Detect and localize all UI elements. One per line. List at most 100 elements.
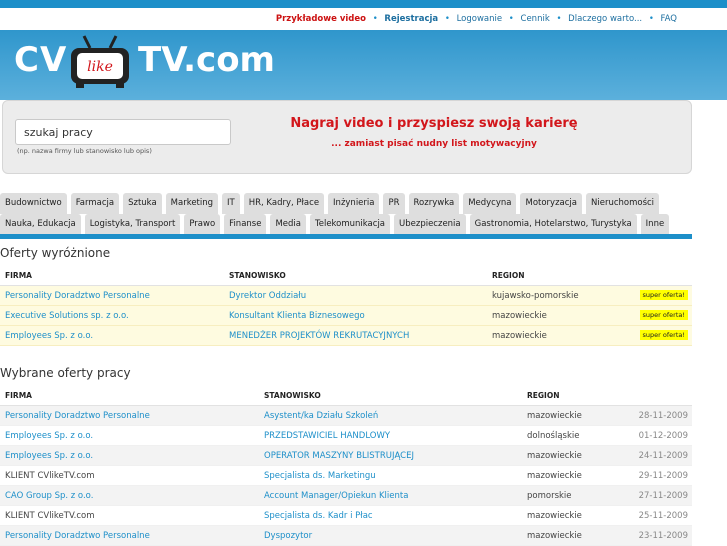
date-text: 01-12-2009 [638,431,688,441]
company-name: KLIENT CVlikeTV.com [5,471,95,481]
company-link[interactable]: Executive Solutions sp. z o.o. [5,306,129,326]
site-header: CV like TV.com [0,30,727,100]
nav-sample-video-link[interactable]: Przykładowe video [276,14,366,24]
featured-offers-title: Oferty wyróżnione [0,246,111,260]
table-row: Employees Sp. z o.o. MENEDŻER PROJEKTÓW … [0,326,692,346]
header-company: FIRMA [5,391,32,400]
region-text: mazowieckie [527,531,582,541]
position-link[interactable]: MENEDŻER PROJEKTÓW REKRUTACYJNYCH [229,326,409,346]
top-navigation: Przykładowe video • Rejestracja • Logowa… [0,8,727,30]
date-text: 25-11-2009 [638,511,688,521]
header-position: STANOWISKO [229,271,286,280]
category-tab[interactable]: PR [383,193,405,214]
category-tab[interactable]: Farmacja [70,193,120,214]
header-region: REGION [492,271,525,280]
category-tab[interactable]: Logistyka, Transport [84,214,181,235]
company-link[interactable]: Personality Doradztwo Personalne [5,526,150,546]
table-header: FIRMA STANOWISKO REGION [0,386,692,406]
category-row-2: Nauka, Edukacja Logistyka, Transport Pra… [0,214,692,235]
category-tab[interactable]: Budownictwo [0,193,67,214]
table-header: FIRMA STANOWISKO REGION [0,266,692,286]
company-link[interactable]: Employees Sp. z o.o. [5,326,93,346]
selected-offers-title: Wybrane oferty pracy [0,366,131,380]
featured-offers-table: FIRMA STANOWISKO REGION Personality Dora… [0,266,692,346]
nav-login-link[interactable]: Logowanie [457,14,503,24]
category-tab[interactable]: Nauka, Edukacja [0,214,81,235]
region-text: mazowieckie [492,331,547,341]
category-tab[interactable]: Nieruchomości [586,193,660,214]
table-row: Personality Doradztwo Personalne Dyrekto… [0,286,692,306]
table-row: KLIENT CVlikeTV.com Specjalista ds. Kadr… [0,506,692,526]
company-link[interactable]: Employees Sp. z o.o. [5,426,93,446]
logo-text-tv-com[interactable]: TV.com [138,40,275,80]
table-row: Personality Doradztwo Personalne Asysten… [0,406,692,426]
position-link[interactable]: Account Manager/Opiekun Klienta [264,486,408,506]
position-link[interactable]: Dyrektor Oddziału [229,286,306,306]
tv-logo-icon[interactable]: like [68,34,132,90]
position-link[interactable]: PRZEDSTAWICIEL HANDLOWY [264,426,390,446]
position-link[interactable]: Specjalista ds. Kadr i Płac [264,506,373,526]
company-link[interactable]: CAO Group Sp. z o.o. [5,486,93,506]
promo-headline: Nagraj video i przyspiesz swoją karierę [290,116,578,131]
category-tabs: Budownictwo Farmacja Sztuka Marketing IT… [0,193,692,235]
region-text: kujawsko-pomorskie [492,291,579,301]
date-text: 23-11-2009 [638,531,688,541]
table-row: Executive Solutions sp. z o.o. Konsultan… [0,306,692,326]
category-tab[interactable]: Medycyna [463,193,517,214]
date-text: 27-11-2009 [638,491,688,501]
region-text: mazowieckie [492,311,547,321]
header-position: STANOWISKO [264,391,321,400]
category-tab[interactable]: Rozrywka [408,193,460,214]
company-link[interactable]: Personality Doradztwo Personalne [5,406,150,426]
table-row: KLIENT CVlikeTV.com Specjalista ds. Mark… [0,466,692,486]
super-offer-badge: super oferta! [639,290,688,300]
category-tab[interactable]: Sztuka [123,193,162,214]
category-tab[interactable]: Ubezpieczenia [394,214,466,235]
search-panel: (np. nazwa firmy lub stanowisko lub opis… [2,100,692,174]
category-row-1: Budownictwo Farmacja Sztuka Marketing IT… [0,193,692,214]
super-offer-badge: super oferta! [639,330,688,340]
category-tab[interactable]: Inżynieria [328,193,380,214]
region-text: mazowieckie [527,451,582,461]
logo-text-cv[interactable]: CV [14,40,67,80]
position-link[interactable]: Specjalista ds. Marketingu [264,466,376,486]
category-tab[interactable]: Finanse [224,214,267,235]
nav-pricing-link[interactable]: Cennik [521,14,550,24]
category-tab[interactable]: IT [222,193,240,214]
category-tab[interactable]: Gastronomia, Hotelarstwo, Turystyka [469,214,637,235]
table-row: Employees Sp. z o.o. PRZEDSTAWICIEL HAND… [0,426,692,446]
header-company: FIRMA [5,271,32,280]
category-tab[interactable]: HR, Kadry, Płace [243,193,325,214]
tv-logo-text: like [87,59,113,75]
top-color-bar [0,0,727,8]
position-link[interactable]: Konsultant Klienta Biznesowego [229,306,365,326]
date-text: 28-11-2009 [638,411,688,421]
category-tab[interactable]: Telekomunikacja [309,214,391,235]
super-offer-badge: super oferta! [639,310,688,320]
header-region: REGION [527,391,560,400]
date-text: 24-11-2009 [638,451,688,461]
nav-why-link[interactable]: Dlaczego warto... [568,14,642,24]
position-link[interactable]: Asystent/ka Działu Szkoleń [264,406,378,426]
nav-register-link[interactable]: Rejestracja [384,14,438,24]
table-row: CAO Group Sp. z o.o. Account Manager/Opi… [0,486,692,506]
nav-separator: • [508,14,514,24]
category-underline [0,234,692,239]
position-link[interactable]: Dyspozytor [264,526,312,546]
category-tab[interactable]: Inne [640,214,670,235]
company-link[interactable]: Personality Doradztwo Personalne [5,286,150,306]
category-tab[interactable]: Marketing [165,193,219,214]
company-link[interactable]: Employees Sp. z o.o. [5,446,93,466]
region-text: dolnośląskie [527,431,580,441]
category-tab[interactable]: Media [270,214,306,235]
date-text: 29-11-2009 [638,471,688,481]
region-text: mazowieckie [527,411,582,421]
nav-separator: • [648,14,654,24]
promo-subline: ... zamiast pisać nudny list motywacyjny [331,139,537,149]
nav-faq-link[interactable]: FAQ [661,14,677,24]
nav-separator: • [444,14,450,24]
category-tab[interactable]: Prawo [184,214,221,235]
position-link[interactable]: OPERATOR MASZYNY BLISTRUJĄCEJ [264,446,414,466]
category-tab[interactable]: Motoryzacja [520,193,582,214]
region-text: mazowieckie [527,471,582,481]
